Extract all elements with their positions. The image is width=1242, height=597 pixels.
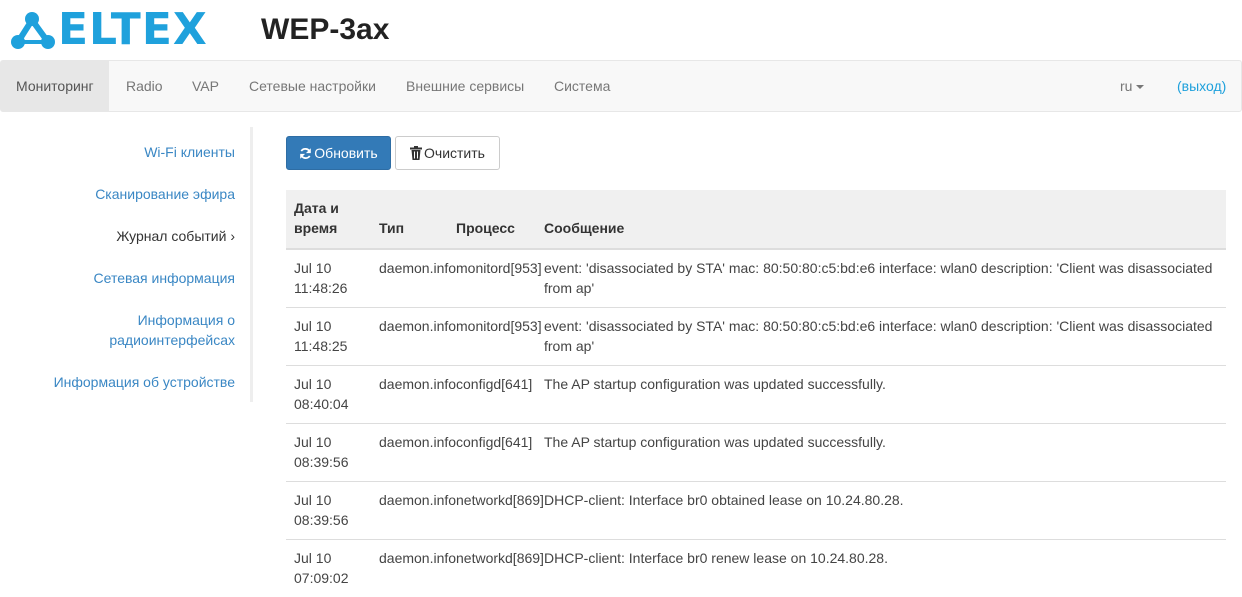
- clear-button[interactable]: Очистить: [395, 136, 500, 170]
- refresh-button[interactable]: Обновить: [286, 136, 391, 170]
- cell-message: The AP startup configuration was updated…: [536, 366, 1226, 424]
- cell-process: networkd[869]: [448, 482, 536, 540]
- sidebar: Wi-Fi клиенты Сканирование эфира Журнал …: [0, 127, 253, 402]
- nav-monitoring[interactable]: Мониторинг: [1, 61, 109, 111]
- cell-date: Jul 10 11:48:26: [286, 249, 371, 308]
- table-header-row: Дата и время Тип Процесс Сообщение: [286, 190, 1226, 249]
- cell-date: Jul 10 08:39:56: [286, 424, 371, 482]
- cell-process: monitord[953]: [448, 249, 536, 308]
- cell-process: networkd[869]: [448, 540, 536, 597]
- language-label: ru: [1120, 78, 1132, 94]
- column-header-message[interactable]: Сообщение: [536, 190, 1226, 249]
- cell-message: The AP startup configuration was updated…: [536, 424, 1226, 482]
- logout-link[interactable]: (выход): [1177, 61, 1226, 111]
- cell-message: DHCP-client: Interface br0 renew lease o…: [536, 540, 1226, 597]
- logo-text: ELTEX: [58, 8, 208, 52]
- clear-label: Очистить: [424, 145, 485, 161]
- header: ELTEX WEP-3ax: [0, 0, 1242, 60]
- cell-type: daemon.info: [371, 366, 448, 424]
- cell-message: event: 'disassociated by STA' mac: 80:50…: [536, 249, 1226, 308]
- sidebar-item-event-log[interactable]: Журнал событий ›: [116, 226, 235, 246]
- column-header-date[interactable]: Дата и время: [286, 190, 371, 249]
- cell-type: daemon.info: [371, 540, 448, 597]
- sidebar-item-network-info[interactable]: Сетевая информация: [94, 268, 235, 288]
- sidebar-item-radio-info[interactable]: Информация о радиоинтерфейсах: [75, 310, 235, 350]
- logo-network-icon: [8, 10, 56, 50]
- table-row: Jul 10 08:40:04 daemon.info configd[641]…: [286, 366, 1226, 424]
- table-row: Jul 10 11:48:26 daemon.info monitord[953…: [286, 249, 1226, 308]
- nav-system[interactable]: Система: [539, 61, 625, 111]
- chevron-down-icon: [1136, 85, 1144, 89]
- table-row: Jul 10 08:39:56 daemon.info networkd[869…: [286, 482, 1226, 540]
- trash-icon: [410, 146, 422, 160]
- cell-date: Jul 10 08:39:56: [286, 482, 371, 540]
- cell-process: configd[641]: [448, 424, 536, 482]
- table-row: Jul 10 08:39:56 daemon.info configd[641]…: [286, 424, 1226, 482]
- nav-external-services[interactable]: Внешние сервисы: [391, 61, 539, 111]
- sidebar-item-air-scan[interactable]: Сканирование эфира: [95, 184, 235, 204]
- nav-network-settings[interactable]: Сетевые настройки: [234, 61, 391, 111]
- nav-radio[interactable]: Radio: [111, 61, 178, 111]
- cell-message: DHCP-client: Interface br0 obtained leas…: [536, 482, 1226, 540]
- refresh-label: Обновить: [314, 145, 377, 161]
- cell-process: monitord[953]: [448, 308, 536, 366]
- event-log-table: Дата и время Тип Процесс Сообщение Jul 1…: [286, 190, 1226, 597]
- cell-type: daemon.info: [371, 482, 448, 540]
- cell-message: event: 'disassociated by STA' mac: 80:50…: [536, 308, 1226, 366]
- cell-date: Jul 10 07:09:02: [286, 540, 371, 597]
- sidebar-item-wifi-clients[interactable]: Wi-Fi клиенты: [144, 142, 235, 162]
- nav-vap[interactable]: VAP: [177, 61, 234, 111]
- cell-date: Jul 10 11:48:25: [286, 308, 371, 366]
- device-title: WEP-3ax: [261, 13, 389, 47]
- language-dropdown[interactable]: ru: [1120, 61, 1144, 111]
- cell-type: daemon.info: [371, 308, 448, 366]
- cell-type: daemon.info: [371, 424, 448, 482]
- column-header-process[interactable]: Процесс: [448, 190, 536, 249]
- refresh-icon: [299, 147, 312, 160]
- cell-type: daemon.info: [371, 249, 448, 308]
- eltex-logo[interactable]: ELTEX: [8, 10, 200, 50]
- column-header-type[interactable]: Тип: [371, 190, 448, 249]
- sidebar-item-device-info[interactable]: Информация об устройстве: [54, 372, 235, 392]
- cell-date: Jul 10 08:40:04: [286, 366, 371, 424]
- table-row: Jul 10 07:09:02 daemon.info networkd[869…: [286, 540, 1226, 597]
- top-navbar: Мониторинг Radio VAP Сетевые настройки В…: [0, 60, 1242, 112]
- cell-process: configd[641]: [448, 366, 536, 424]
- table-row: Jul 10 11:48:25 daemon.info monitord[953…: [286, 308, 1226, 366]
